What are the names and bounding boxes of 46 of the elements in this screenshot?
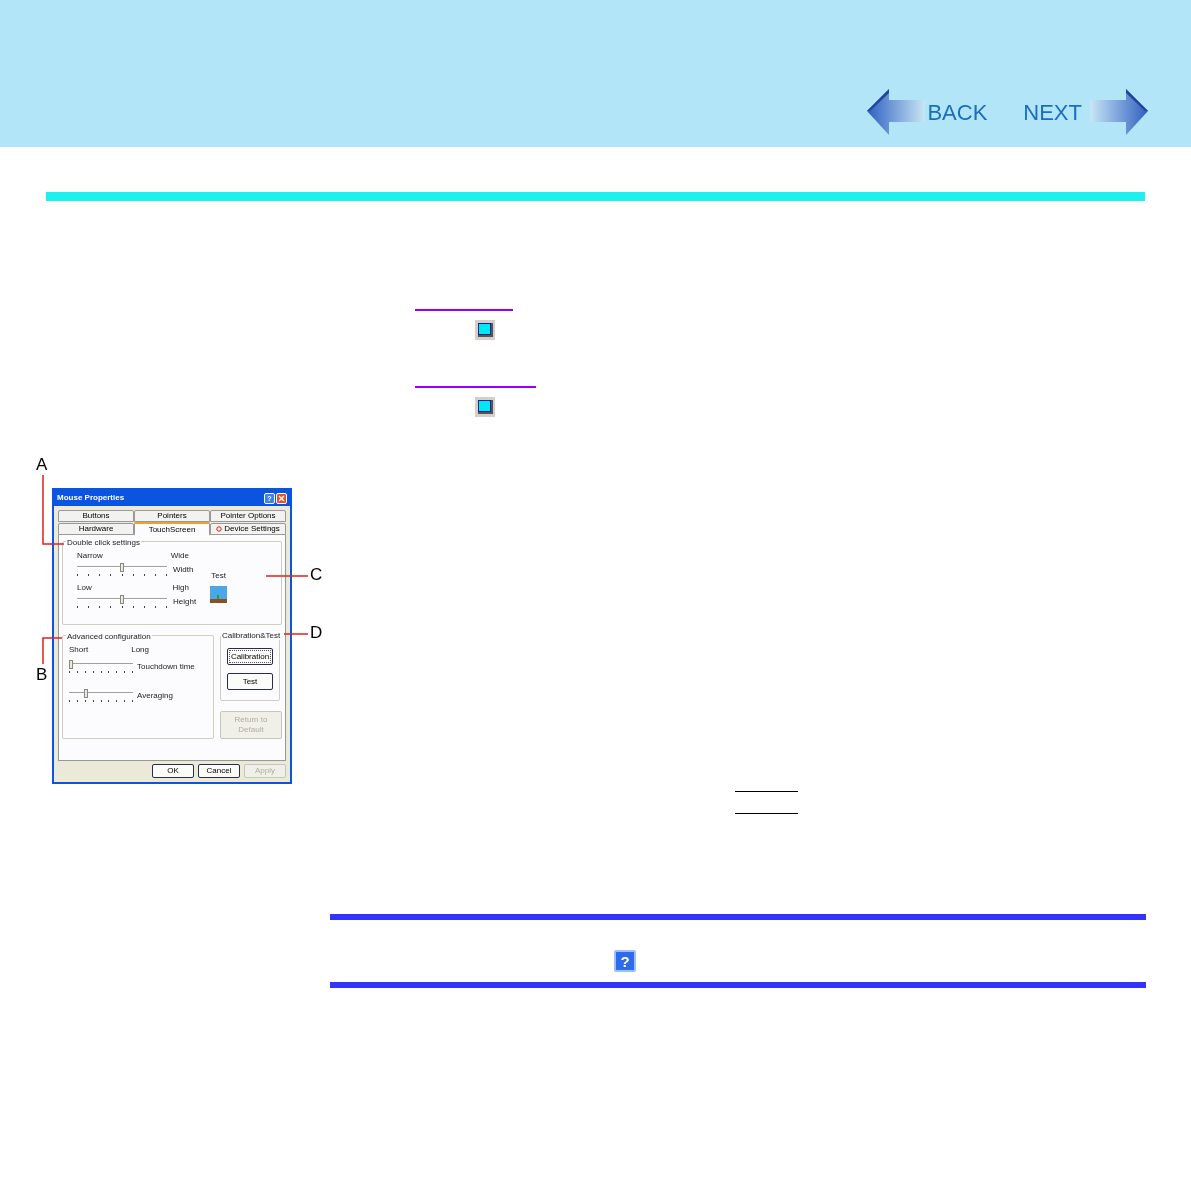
- slider-label: Averaging: [137, 692, 173, 700]
- leader-line: [265, 575, 309, 577]
- back-link[interactable]: BACK: [867, 89, 988, 135]
- callout-label: C: [310, 566, 323, 583]
- leader-line: [283, 633, 309, 635]
- slider-label: Long: [131, 646, 149, 654]
- dialog-button[interactable]: Cancel: [198, 764, 240, 778]
- dialog-tab[interactable]: Device Settings: [210, 523, 286, 535]
- slider-thumb[interactable]: [84, 689, 88, 698]
- dialog-tab[interactable]: TouchScreen: [134, 522, 210, 535]
- monitor-icon: [475, 397, 495, 417]
- dialog-tab[interactable]: Hardware: [58, 523, 134, 535]
- slider-label: Width: [173, 566, 194, 574]
- slider-label: Height: [173, 598, 197, 606]
- dialog-tab[interactable]: Pointer Options: [210, 510, 286, 522]
- group-title: Advanced configuration: [66, 633, 152, 641]
- slider-thumb[interactable]: [120, 563, 124, 572]
- device-icon: [216, 526, 223, 532]
- next-arrow-icon: [1090, 89, 1148, 135]
- dialog-tab[interactable]: Buttons: [58, 510, 134, 522]
- group-title: Double click settings: [66, 539, 141, 547]
- leader-line: [42, 637, 63, 665]
- test-label: Test: [211, 572, 226, 580]
- slider-label: Narrow: [77, 552, 103, 560]
- dialog-button[interactable]: Test: [227, 673, 273, 690]
- slider-thumb[interactable]: [120, 595, 124, 604]
- dialog-button[interactable]: OK: [152, 764, 194, 778]
- dialog-button[interactable]: Calibration: [227, 648, 273, 665]
- slider-label: High: [172, 584, 189, 592]
- close-icon: [278, 494, 285, 502]
- slider-thumb[interactable]: [69, 660, 73, 669]
- callout-label: A: [36, 456, 48, 473]
- callout-label: D: [310, 624, 323, 641]
- close-button[interactable]: [276, 492, 287, 504]
- slider-label: Touchdown time: [137, 663, 195, 671]
- group-title: Calibration&Test: [221, 632, 282, 640]
- slider-label: Low: [77, 584, 92, 592]
- help-button[interactable]: ?: [614, 950, 636, 972]
- slider-label: Short: [69, 646, 89, 654]
- callout-label: B: [36, 666, 48, 683]
- dialog-tab[interactable]: Pointers: [134, 510, 210, 522]
- next-link[interactable]: NEXT: [1023, 89, 1148, 135]
- dialog-title: Mouse Properties: [57, 492, 125, 504]
- monitor-icon: [475, 320, 495, 340]
- slider-label: Wide: [170, 552, 189, 560]
- back-arrow-icon: [867, 89, 926, 135]
